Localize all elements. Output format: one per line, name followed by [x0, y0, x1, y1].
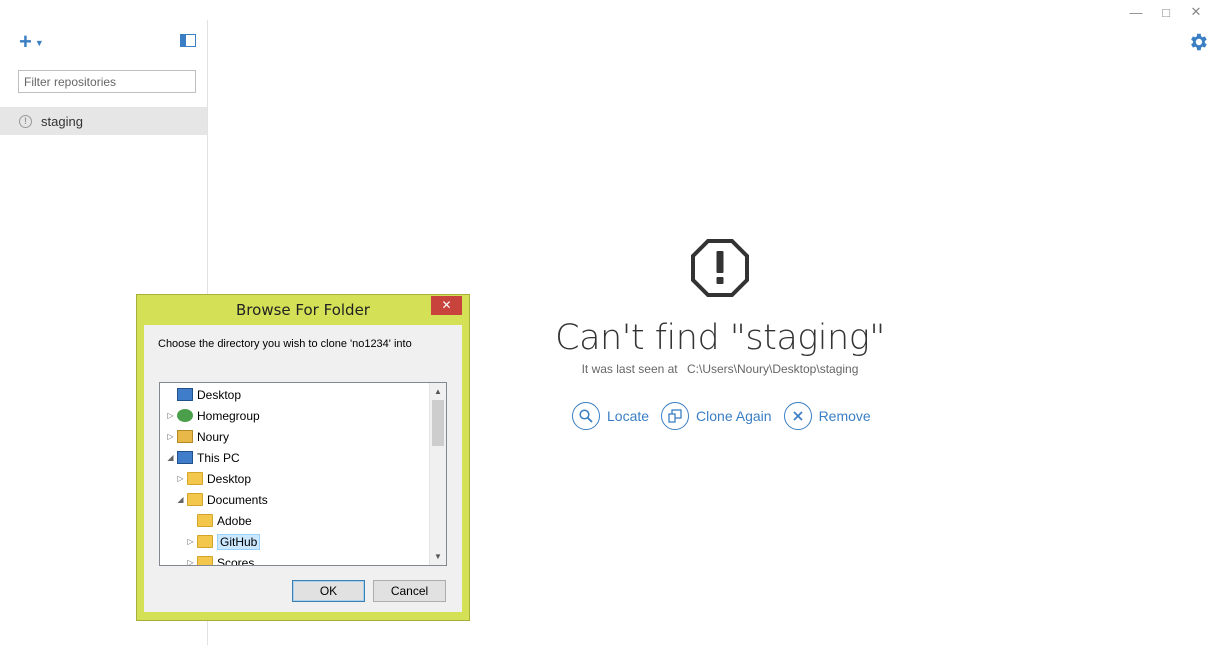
expander-icon[interactable]: ▷ — [166, 411, 175, 420]
tree-item-pc-desktop[interactable]: ▷ Desktop — [176, 468, 251, 489]
tree-item-label: Scores — [217, 555, 255, 566]
desktop-folder-icon — [187, 472, 203, 485]
dialog-title: Browse For Folder — [236, 301, 370, 319]
actions-bar: Locate Clone Again Remove — [572, 402, 883, 430]
tree-item-label: Adobe — [217, 513, 252, 528]
tree-item-label: Desktop — [207, 471, 252, 486]
clone-again-label: Clone Again — [696, 408, 772, 424]
tree-item-label: Desktop — [197, 387, 242, 402]
tree-item-label: Noury — [197, 429, 230, 444]
add-repository-button[interactable]: + ▼ — [19, 29, 44, 54]
tree-item-desktop[interactable]: Desktop — [166, 384, 241, 405]
repository-label: staging — [41, 113, 83, 129]
tree-item-homegroup[interactable]: ▷ Homegroup — [166, 405, 260, 426]
search-icon — [572, 402, 600, 430]
tree-item-label: Documents — [207, 492, 268, 507]
clone-again-button[interactable]: Clone Again — [661, 402, 772, 430]
dialog-message: Choose the directory you wish to clone '… — [158, 338, 412, 350]
browse-folder-dialog: Browse For Folder ✕ Choose the directory… — [136, 294, 470, 621]
computer-icon — [177, 451, 193, 464]
locate-label: Locate — [607, 408, 650, 424]
maximize-button[interactable]: □ — [1151, 2, 1181, 22]
last-seen-text: It was last seen at C:\Users\Noury\Deskt… — [500, 362, 940, 376]
dialog-body: Choose the directory you wish to clone '… — [144, 325, 462, 612]
page-title: Can't find "staging" — [555, 318, 885, 358]
filter-repositories-input[interactable] — [18, 70, 196, 93]
tree-item-label-selected: GitHub — [217, 533, 261, 550]
close-window-button[interactable]: ✕ — [1181, 2, 1211, 22]
plus-icon: + — [19, 29, 32, 54]
last-seen-label: It was last seen at — [581, 362, 678, 376]
tree-item-label: Homegroup — [197, 408, 260, 423]
desktop-icon — [177, 388, 193, 401]
documents-folder-icon — [187, 493, 203, 506]
scroll-thumb[interactable] — [432, 400, 444, 446]
expander-icon[interactable]: ◢ — [166, 453, 175, 462]
locate-button[interactable]: Locate — [572, 402, 649, 430]
expander-icon[interactable]: ▷ — [166, 432, 175, 441]
folder-icon — [197, 556, 213, 565]
remove-label: Remove — [818, 408, 871, 424]
folder-tree[interactable]: Desktop ▷ Homegroup ▷ Noury ◢ This PC ▷ … — [159, 382, 447, 566]
user-folder-icon — [177, 430, 193, 443]
last-seen-path: C:\Users\Noury\Desktop\staging — [686, 362, 859, 376]
close-icon — [783, 402, 812, 430]
caret-down-icon: ▼ — [34, 38, 44, 48]
folder-icon — [197, 514, 213, 527]
scroll-down-icon[interactable]: ▼ — [430, 548, 446, 565]
tree-item-adobe[interactable]: Adobe — [186, 510, 252, 531]
window-controls: — □ ✕ — [1121, 2, 1211, 22]
scroll-up-icon[interactable]: ▲ — [430, 383, 446, 400]
tree-item-this-pc[interactable]: ◢ This PC — [166, 447, 240, 468]
tree-item-scores[interactable]: ▷ Scores — [186, 552, 255, 566]
tree-item-label: This PC — [197, 450, 240, 465]
remove-button[interactable]: Remove — [783, 402, 871, 430]
tree-item-noury[interactable]: ▷ Noury — [166, 426, 229, 447]
warning-circle-icon: ! — [19, 114, 32, 128]
toggle-sidebar-icon[interactable] — [180, 34, 196, 47]
ok-button[interactable]: OK — [292, 580, 365, 602]
expander-icon[interactable]: ▷ — [186, 537, 195, 546]
cancel-button[interactable]: Cancel — [373, 580, 446, 602]
expander-icon[interactable]: ▷ — [176, 474, 185, 483]
minimize-button[interactable]: — — [1121, 2, 1151, 22]
expander-icon[interactable]: ▷ — [186, 558, 195, 565]
homegroup-icon — [177, 409, 193, 422]
settings-gear-icon[interactable] — [1187, 31, 1209, 53]
dialog-close-button[interactable]: ✕ — [431, 296, 462, 315]
tree-scrollbar[interactable]: ▲ ▼ — [429, 383, 446, 565]
tree-item-documents[interactable]: ◢ Documents — [176, 489, 268, 510]
error-octagon-icon — [691, 239, 749, 297]
repository-item-staging[interactable]: ! staging — [0, 107, 207, 135]
tree-item-github[interactable]: ▷ GitHub — [186, 531, 261, 552]
folder-icon — [197, 535, 213, 548]
clone-icon — [661, 402, 690, 430]
expander-icon[interactable]: ◢ — [176, 495, 185, 504]
